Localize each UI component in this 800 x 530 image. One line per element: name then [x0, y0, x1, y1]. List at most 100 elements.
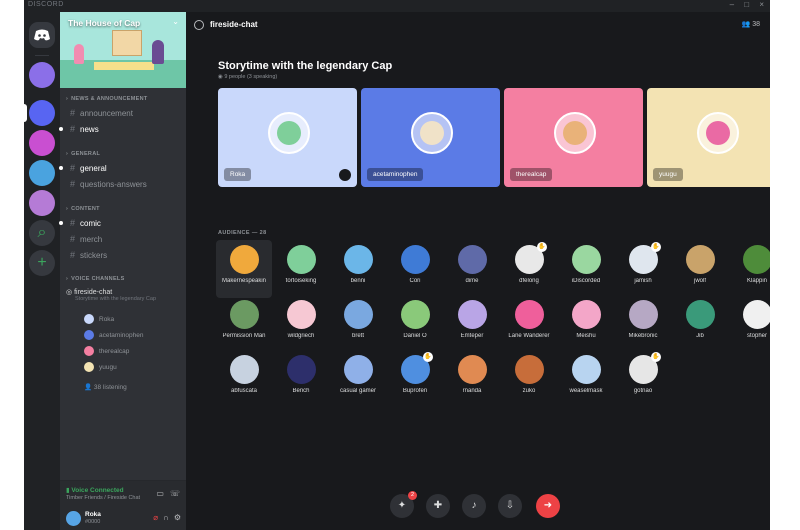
audience-member[interactable]: Cori	[387, 240, 443, 298]
server-icon-4[interactable]	[29, 160, 55, 186]
avatar	[458, 300, 487, 329]
category-voice[interactable]: VOICE CHANNELS	[66, 276, 125, 282]
close-icon[interactable]: ×	[759, 0, 764, 9]
server-icon-3[interactable]	[29, 130, 55, 156]
audience-member[interactable]: ✋ jamish	[615, 240, 671, 298]
server-name[interactable]: The House of Cap	[68, 18, 140, 28]
speaker-acetaminophen[interactable]: acetaminophen	[84, 330, 143, 342]
add-server-icon[interactable]: +	[29, 250, 55, 276]
member-count[interactable]: 👥 38	[742, 20, 760, 28]
channel-questions-answers[interactable]: # questions-answers	[66, 177, 182, 191]
audience-member[interactable]: Permission Man	[216, 295, 272, 353]
channel-news[interactable]: # news	[59, 122, 182, 136]
audience-member[interactable]: abfuscata	[216, 350, 272, 408]
speaker-yuugu[interactable]: yuugu	[84, 362, 117, 374]
audience-member[interactable]: zuko	[501, 350, 557, 408]
minimize-icon[interactable]: –	[730, 0, 734, 9]
channel-label: merch	[80, 235, 103, 244]
audience-member[interactable]: casual gamer	[330, 350, 386, 408]
channel-announcement[interactable]: # announcement	[66, 106, 182, 120]
channel-merch[interactable]: # merch	[66, 232, 182, 246]
audience-member[interactable]: Jib	[672, 295, 728, 353]
member-count-value: 38	[752, 21, 760, 28]
stage-header: fireside-chat 👥 38	[186, 12, 770, 38]
avatar	[458, 245, 487, 274]
audience-member[interactable]: ✋ Buprofen	[387, 350, 443, 408]
leave-button[interactable]: ➜	[536, 494, 560, 518]
speaker-roka[interactable]: Roka	[84, 314, 114, 326]
maximize-icon[interactable]: □	[744, 0, 749, 9]
gear-icon[interactable]: ⚙	[174, 513, 181, 522]
audience-name: stopher	[746, 333, 767, 339]
app-title: DISCORD	[28, 1, 64, 8]
audience-member[interactable]: Mikebronic	[615, 295, 671, 353]
stage-main: fireside-chat 👥 38 Storytime with the le…	[186, 12, 770, 530]
microphone-button[interactable]: ♪	[462, 494, 486, 518]
avatar	[344, 245, 373, 274]
invite-button[interactable]: ✚	[426, 494, 450, 518]
category-content[interactable]: CONTENT	[66, 206, 100, 212]
audience-member[interactable]: jwolf	[672, 240, 728, 298]
server-banner[interactable]: The House of Cap ⌄	[60, 12, 186, 88]
audience-member[interactable]: tortoiseking	[273, 240, 329, 298]
speaker-name: Roka	[224, 168, 252, 181]
audience-member[interactable]: stopher	[729, 295, 770, 353]
channel-general[interactable]: # general	[59, 161, 182, 175]
avatar	[743, 245, 770, 274]
audience-member[interactable]: ✋ gotnao	[615, 350, 671, 408]
audience-name: brett	[351, 333, 364, 339]
audience-member[interactable]: Meishu	[558, 295, 614, 353]
voice-channel-fireside[interactable]: ◎ fireside-chat Storytime with the legen…	[66, 288, 182, 302]
channel-label: comic	[80, 219, 101, 228]
speaker-tile[interactable]: therealcap	[504, 88, 643, 187]
audience-name: benni	[350, 278, 366, 284]
speaker-tile[interactable]: acetaminophen	[361, 88, 500, 187]
server-icon-1[interactable]	[29, 62, 55, 88]
audience-member[interactable]: Klappin	[729, 240, 770, 298]
audience-member[interactable]: brett	[330, 295, 386, 353]
headphones-icon[interactable]: ∩	[163, 513, 169, 522]
audience-member[interactable]: benni	[330, 240, 386, 298]
audience-member[interactable]: dime	[444, 240, 500, 298]
speaker-therealcap[interactable]: therealcap	[84, 346, 129, 358]
explore-servers-icon[interactable]: ⌕	[29, 220, 55, 246]
speaker-name: yuugu	[99, 364, 117, 371]
audience-member[interactable]: Emteper	[444, 295, 500, 353]
audience-member[interactable]: iDiscorded	[558, 240, 614, 298]
server-icon-2[interactable]	[29, 100, 55, 126]
video-icon[interactable]: ▭	[156, 489, 164, 498]
audience-member[interactable]: wildgriech	[273, 295, 329, 353]
avatar	[84, 362, 94, 373]
audience-member[interactable]: rnanda	[444, 350, 500, 408]
audience-member[interactable]: Daniel O	[387, 295, 443, 353]
activities-button[interactable]: ✦ 2	[390, 491, 417, 518]
channel-stickers[interactable]: # stickers	[66, 248, 182, 262]
avatar	[458, 355, 487, 384]
avatar	[515, 355, 544, 384]
speaker-name: acetaminophen	[367, 168, 424, 181]
category-news[interactable]: NEWS & ANNOUNCEMENT	[66, 96, 148, 102]
unread-indicator	[59, 221, 63, 225]
chevron-down-icon[interactable]: ⌄	[172, 17, 179, 26]
home-button[interactable]	[29, 22, 55, 48]
audience-member[interactable]: weaselmask	[558, 350, 614, 408]
speaker-tile[interactable]: yuugu	[647, 88, 770, 187]
audience-member[interactable]: Makernespeakin	[216, 240, 272, 298]
avatar	[84, 346, 94, 357]
listening-count[interactable]: 👤 38 listening	[84, 382, 127, 394]
speaker-tile[interactable]: Roka	[218, 88, 357, 187]
audience-name: rnanda	[462, 388, 482, 394]
channel-comic[interactable]: # comic	[59, 216, 182, 230]
audience-name: Jib	[696, 333, 704, 339]
audience-member[interactable]: Bench	[273, 350, 329, 408]
microphone-muted-icon[interactable]: ⌀	[153, 513, 158, 522]
avatar[interactable]	[66, 511, 81, 526]
audience-member[interactable]: ✋ dfelong	[501, 240, 557, 298]
audience-member[interactable]: Lane Wanderer	[501, 295, 557, 353]
selected-server-pill	[24, 104, 27, 122]
server-icon-5[interactable]	[29, 190, 55, 216]
category-general[interactable]: GENERAL	[66, 151, 100, 157]
move-to-audience-button[interactable]: ⇩	[498, 494, 522, 518]
disconnect-icon[interactable]: ☏	[170, 489, 180, 498]
audience-name: Mikebronic	[628, 333, 658, 339]
